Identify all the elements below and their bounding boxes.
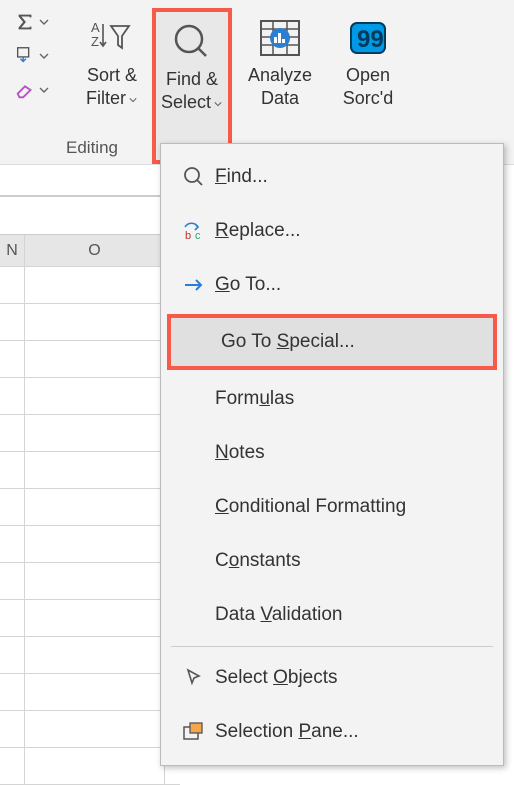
menu-replace[interactable]: bc Replace...	[161, 204, 503, 258]
open-sorcd-button[interactable]: 99 Open Sorc'd	[328, 8, 408, 164]
svg-text:c: c	[195, 230, 201, 242]
sorcd-icon: 99	[345, 17, 391, 59]
selection-pane-icon	[182, 721, 206, 743]
menu-goto-label: Go To...	[215, 274, 281, 296]
menu-formulas[interactable]: Formulas	[161, 372, 503, 426]
magnifier-icon	[182, 165, 206, 189]
svg-text:A: A	[91, 20, 100, 35]
menu-cond-fmt-label: Conditional Formatting	[215, 496, 406, 518]
table-row[interactable]	[0, 674, 180, 711]
menu-conditional-formatting[interactable]: Conditional Formatting	[161, 480, 503, 534]
menu-goto[interactable]: Go To...	[161, 258, 503, 312]
menu-constants[interactable]: Constants	[161, 534, 503, 588]
menu-separator	[171, 646, 493, 647]
fill-button[interactable]	[12, 42, 68, 70]
menu-selection-pane-label: Selection Pane...	[215, 721, 359, 743]
analyze-data-button[interactable]: Analyze Data	[232, 8, 328, 164]
menu-select-objects-label: Select Objects	[215, 667, 338, 689]
find-select-menu: FFind...ind... bc Replace... Go To... Go…	[160, 143, 504, 766]
arrow-right-icon	[182, 273, 206, 297]
table-row[interactable]	[0, 600, 180, 637]
ribbon-editing-group	[8, 8, 72, 164]
col-header-o[interactable]: O	[25, 235, 165, 266]
table-row[interactable]	[0, 489, 180, 526]
table-row[interactable]	[0, 341, 180, 378]
menu-selection-pane[interactable]: Selection Pane...	[161, 705, 503, 759]
table-row[interactable]	[0, 267, 180, 304]
magnifier-icon	[171, 21, 213, 63]
svg-text:Z: Z	[91, 34, 99, 49]
svg-text:99: 99	[357, 26, 384, 53]
menu-notes-label: Notes	[215, 442, 265, 464]
menu-constants-label: Constants	[215, 550, 301, 572]
col-header-n[interactable]: N	[0, 235, 25, 266]
sort-filter-icon: A Z	[89, 18, 135, 58]
menu-goto-special[interactable]: Go To Special...	[167, 314, 497, 370]
table-row[interactable]	[0, 304, 180, 341]
table-row[interactable]	[0, 415, 180, 452]
eraser-icon	[14, 79, 36, 101]
find-select-label: Find & Select	[161, 68, 223, 115]
cursor-icon	[183, 667, 205, 689]
table-row[interactable]	[0, 711, 180, 748]
table-row[interactable]	[0, 748, 180, 785]
chevron-down-icon	[39, 85, 49, 95]
table-row[interactable]	[0, 563, 180, 600]
menu-data-val-label: Data Validation	[215, 604, 342, 626]
chevron-down-icon	[39, 17, 49, 27]
menu-select-objects[interactable]: Select Objects	[161, 651, 503, 705]
clear-button[interactable]	[12, 76, 68, 104]
analyze-data-icon	[257, 17, 303, 59]
editing-group-label: Editing	[66, 138, 118, 158]
fill-down-icon	[14, 45, 36, 67]
menu-data-validation[interactable]: Data Validation	[161, 588, 503, 642]
table-row[interactable]	[0, 452, 180, 489]
analyze-data-label: Analyze Data	[248, 64, 312, 111]
worksheet-area: N O	[0, 167, 180, 777]
menu-replace-label: Replace...	[215, 220, 301, 242]
chevron-down-icon	[128, 96, 138, 104]
replace-icon: bc	[181, 219, 207, 243]
sort-filter-label: Sort & Filter	[86, 64, 138, 111]
menu-formulas-label: Formulas	[215, 388, 294, 410]
menu-find-label: FFind...ind...	[215, 166, 268, 188]
menu-goto-special-label: Go To Special...	[221, 331, 355, 353]
sigma-icon	[14, 11, 36, 33]
table-row[interactable]	[0, 637, 180, 674]
svg-text:b: b	[185, 230, 191, 242]
find-select-button[interactable]: Find & Select	[152, 8, 232, 164]
open-sorcd-label: Open Sorc'd	[343, 64, 393, 111]
autosum-button[interactable]	[12, 8, 68, 36]
chevron-down-icon	[39, 51, 49, 61]
column-headers: N O	[0, 235, 180, 267]
table-row[interactable]	[0, 378, 180, 415]
menu-find[interactable]: FFind...ind...	[161, 150, 503, 204]
table-row[interactable]	[0, 526, 180, 563]
menu-notes[interactable]: Notes	[161, 426, 503, 480]
chevron-down-icon	[213, 100, 223, 108]
